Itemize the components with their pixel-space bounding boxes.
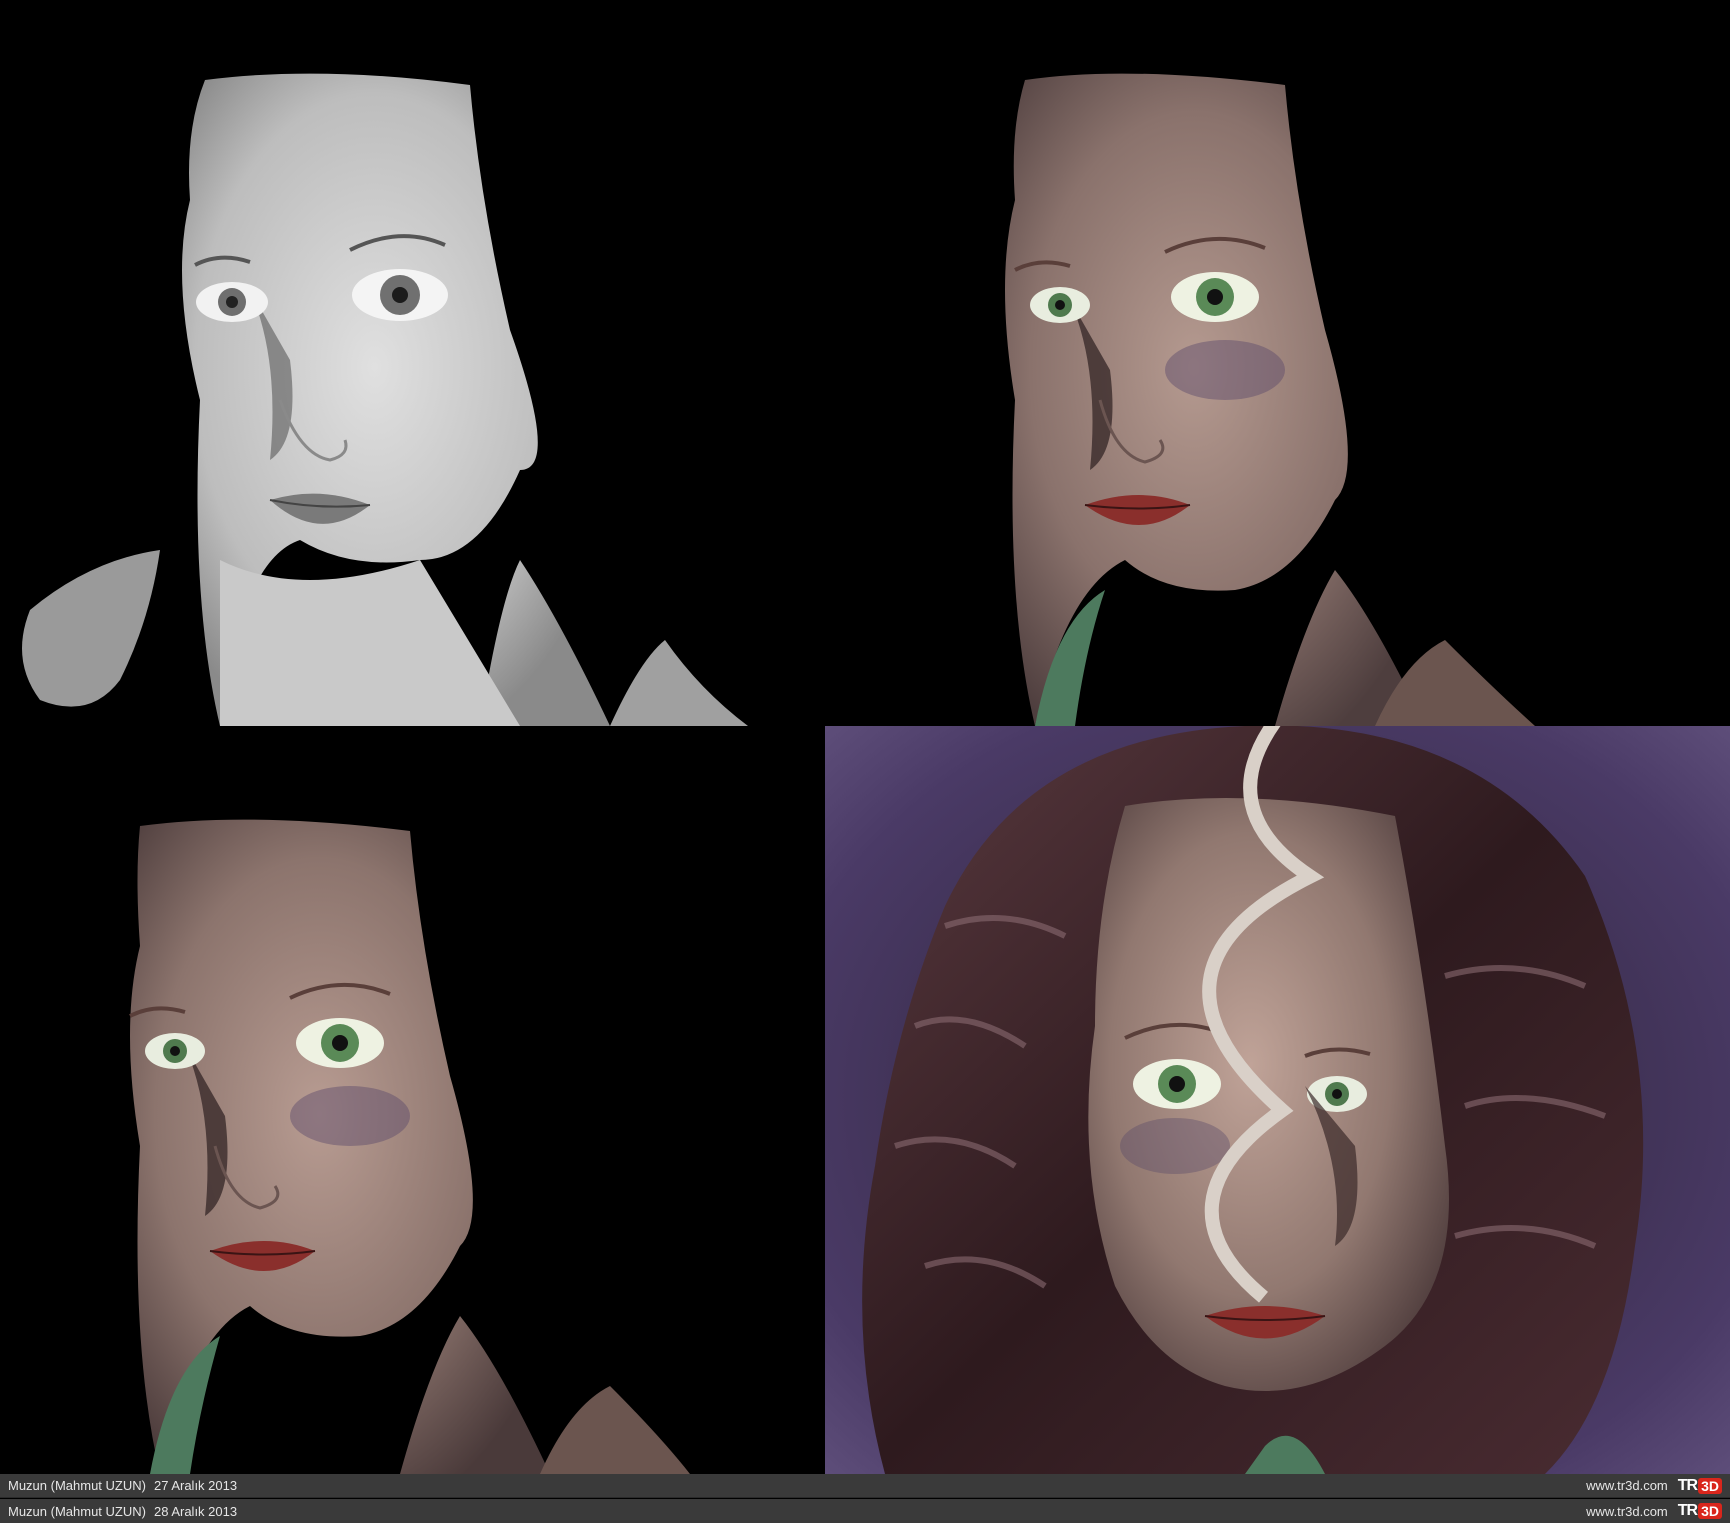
tr3d-logo: TR 3D: [1678, 1503, 1722, 1519]
logo-badge: 3D: [1698, 1503, 1722, 1519]
caption-bar-2: Muzun (Mahmut UZUN) 28 Aralık 2013 www.t…: [0, 1499, 1730, 1523]
color-portrait-stage: [975, 0, 1730, 726]
grayscale-portrait-stage: [0, 0, 748, 726]
tr3d-logo: TR 3D: [1677, 1476, 1722, 1494]
refined-portrait-stage: [0, 726, 825, 1474]
logo-text: TR: [1677, 1502, 1698, 1519]
final-portrait: [825, 726, 1730, 1474]
author-name: Muzun (Mahmut UZUN): [8, 1478, 146, 1493]
logo-badge: 3D: [1698, 1477, 1722, 1494]
site-url[interactable]: www.tr3d.com: [1586, 1478, 1668, 1493]
site-url[interactable]: www.tr3d.com: [1586, 1504, 1668, 1519]
logo-text: TR: [1677, 1476, 1698, 1494]
date-label: 27 Aralık 2013: [153, 1478, 238, 1493]
artist-signature: [1202, 726, 1325, 1303]
author-name: Muzun (Mahmut UZUN): [8, 1503, 146, 1519]
caption-bar-1: Muzun (Mahmut UZUN) 27 Aralık 2013 www.t…: [0, 1474, 1730, 1498]
date-label: 28 Aralık 2013: [153, 1503, 238, 1519]
